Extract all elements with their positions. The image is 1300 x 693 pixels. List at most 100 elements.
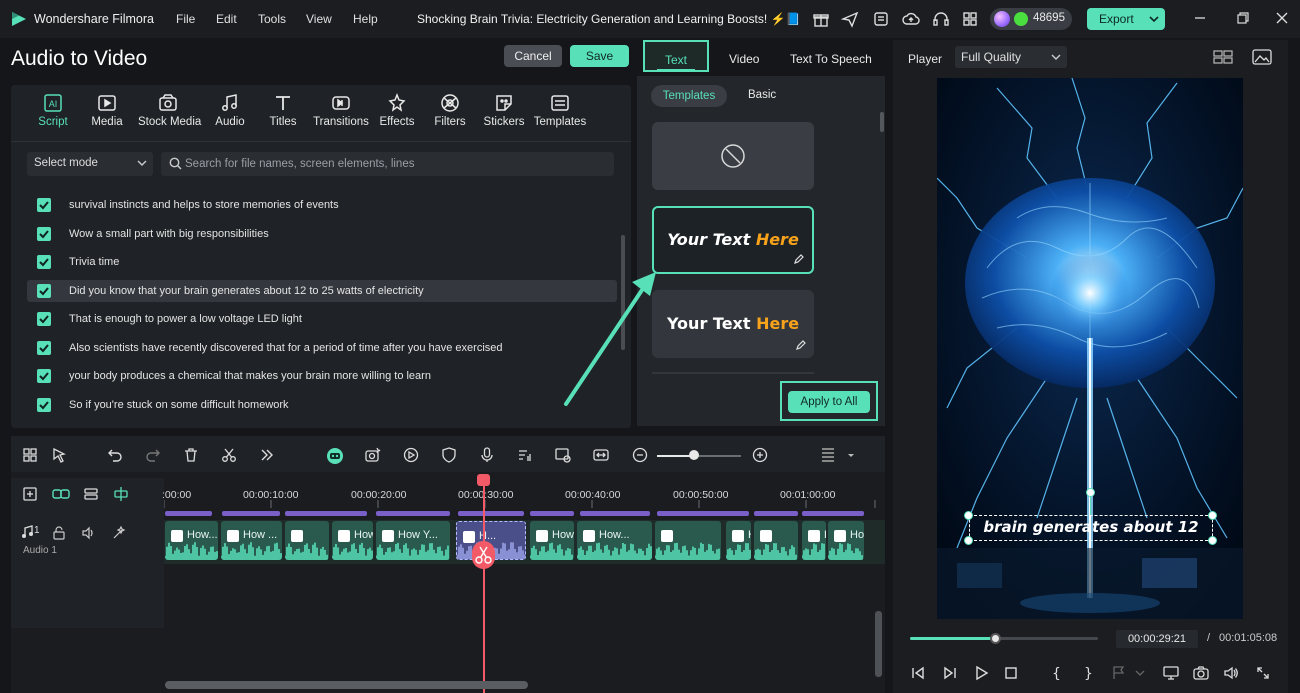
playhead-line[interactable] <box>483 480 485 693</box>
resize-handle[interactable] <box>964 511 973 520</box>
apps-grid-icon[interactable] <box>961 10 979 28</box>
resize-handle[interactable] <box>964 536 973 545</box>
caption-bar[interactable] <box>657 511 749 516</box>
ai-camera-icon[interactable] <box>365 447 381 463</box>
mark-in-icon[interactable]: { <box>1048 665 1064 681</box>
save-button[interactable]: Save <box>570 45 629 67</box>
tool-tab-script[interactable]: AI Script <box>23 93 83 135</box>
play-icon[interactable] <box>973 665 989 681</box>
audio-clip[interactable]: How... <box>828 521 864 560</box>
shield-icon[interactable] <box>441 447 457 463</box>
zoom-out-icon[interactable] <box>632 447 648 463</box>
caption-bar[interactable] <box>754 511 798 516</box>
text-to-speech-icon[interactable] <box>517 447 533 463</box>
send-icon[interactable] <box>841 10 859 28</box>
scrollbar[interactable] <box>880 112 884 132</box>
edit-pencil-icon[interactable] <box>794 254 804 264</box>
undo-icon[interactable] <box>107 447 123 463</box>
minimize-icon[interactable] <box>1192 10 1208 26</box>
script-line[interactable]: Trivia time <box>27 251 617 273</box>
track-manager-icon[interactable] <box>83 486 99 502</box>
delete-icon[interactable] <box>183 447 199 463</box>
next-frame-icon[interactable] <box>942 665 958 681</box>
tab-text-to-speech[interactable]: Text To Speech <box>790 52 872 66</box>
tab-text[interactable]: Text <box>665 53 687 67</box>
tool-tab-templates[interactable]: Templates <box>530 93 590 135</box>
chevron-down-icon[interactable] <box>846 447 862 463</box>
checkbox-checked[interactable] <box>37 284 51 298</box>
menu-help[interactable]: Help <box>353 12 378 26</box>
tool-tab-filters[interactable]: Filters <box>420 93 480 135</box>
camera-snapshot-icon[interactable] <box>1193 665 1209 681</box>
vertical-scrollbar[interactable] <box>875 611 882 677</box>
menu-view[interactable]: View <box>306 12 332 26</box>
avatar[interactable] <box>994 11 1010 27</box>
display-settings-icon[interactable] <box>1163 665 1179 681</box>
menu-tools[interactable]: Tools <box>258 12 286 26</box>
template-card[interactable]: Your Text Here <box>652 290 814 358</box>
playhead-handle[interactable] <box>477 474 490 486</box>
track-layout-icon[interactable] <box>820 447 836 463</box>
maximize-icon[interactable] <box>1235 10 1251 26</box>
stop-icon[interactable] <box>1003 665 1019 681</box>
chevron-down-icon[interactable] <box>1149 12 1159 26</box>
checkbox-checked[interactable] <box>37 369 51 383</box>
news-icon[interactable] <box>872 10 890 28</box>
fullscreen-icon[interactable] <box>1255 665 1271 681</box>
search-box[interactable] <box>161 152 614 176</box>
subtab-basic[interactable]: Basic <box>748 89 776 101</box>
resize-handle[interactable] <box>1208 511 1217 520</box>
headset-icon[interactable] <box>932 10 950 28</box>
checkbox-checked[interactable] <box>37 341 51 355</box>
caption-bar[interactable] <box>285 511 367 516</box>
fit-timeline-icon[interactable] <box>593 447 609 463</box>
edit-pencil-icon[interactable] <box>796 340 806 350</box>
ai-assistant-icon[interactable] <box>326 447 343 464</box>
audio-clip[interactable]: How ... <box>221 521 282 560</box>
link-icon[interactable] <box>52 486 70 502</box>
audio-clip[interactable] <box>655 521 721 560</box>
script-line[interactable]: survival instincts and helps to store me… <box>27 194 617 216</box>
tool-tab-audio[interactable]: Audio <box>200 93 260 135</box>
audio-clip[interactable]: How Y... <box>376 521 450 560</box>
gift-icon[interactable] <box>812 10 830 28</box>
previous-frame-icon[interactable] <box>910 665 926 681</box>
resize-handle[interactable] <box>1208 536 1217 545</box>
audio-clip[interactable] <box>285 521 329 560</box>
caption-bar[interactable] <box>530 511 574 516</box>
checkbox-checked[interactable] <box>37 255 51 269</box>
cancel-button[interactable]: Cancel <box>504 45 562 67</box>
caption-bar[interactable] <box>802 511 864 516</box>
subtab-templates[interactable]: Templates <box>651 85 727 107</box>
search-input[interactable] <box>185 155 605 173</box>
rotate-handle[interactable] <box>1086 488 1095 497</box>
microphone-icon[interactable] <box>479 447 495 463</box>
caption-bar[interactable] <box>165 511 212 516</box>
mute-track-icon[interactable] <box>82 526 96 540</box>
current-time[interactable]: 00:00:29:21 <box>1116 630 1198 648</box>
template-card-selected[interactable]: Your Text Here <box>652 206 814 274</box>
apply-to-all-button[interactable]: Apply to All <box>788 391 870 413</box>
marker-icon[interactable] <box>1111 665 1127 681</box>
script-line[interactable]: That is enough to power a low voltage LE… <box>27 308 617 330</box>
audio-clip[interactable]: How... <box>577 521 652 560</box>
grid-view-icon[interactable] <box>1213 49 1233 65</box>
layout-grid-icon[interactable] <box>22 447 38 463</box>
chevron-down-icon[interactable] <box>1135 665 1151 681</box>
cloud-upload-icon[interactable] <box>902 10 920 28</box>
audio-clip[interactable]: How... <box>165 521 218 560</box>
select-cursor-icon[interactable] <box>52 447 68 463</box>
script-line[interactable]: Wow a small part with big responsibiliti… <box>27 223 617 245</box>
playback-circle-icon[interactable] <box>403 447 419 463</box>
checkbox-checked[interactable] <box>37 227 51 241</box>
script-line[interactable]: So if you're stuck on some difficult hom… <box>27 394 617 416</box>
snapshot-image-icon[interactable] <box>1252 49 1272 65</box>
audio-clip[interactable] <box>754 521 798 560</box>
horizontal-scrollbar[interactable] <box>165 681 528 689</box>
select-mode-dropdown[interactable]: Select mode <box>27 152 153 176</box>
tool-tab-titles[interactable]: Titles <box>253 93 313 135</box>
lock-track-icon[interactable] <box>52 526 66 540</box>
menu-file[interactable]: File <box>176 12 195 26</box>
tool-tab-media[interactable]: Media <box>77 93 137 135</box>
audio-effect-icon[interactable] <box>112 526 126 540</box>
